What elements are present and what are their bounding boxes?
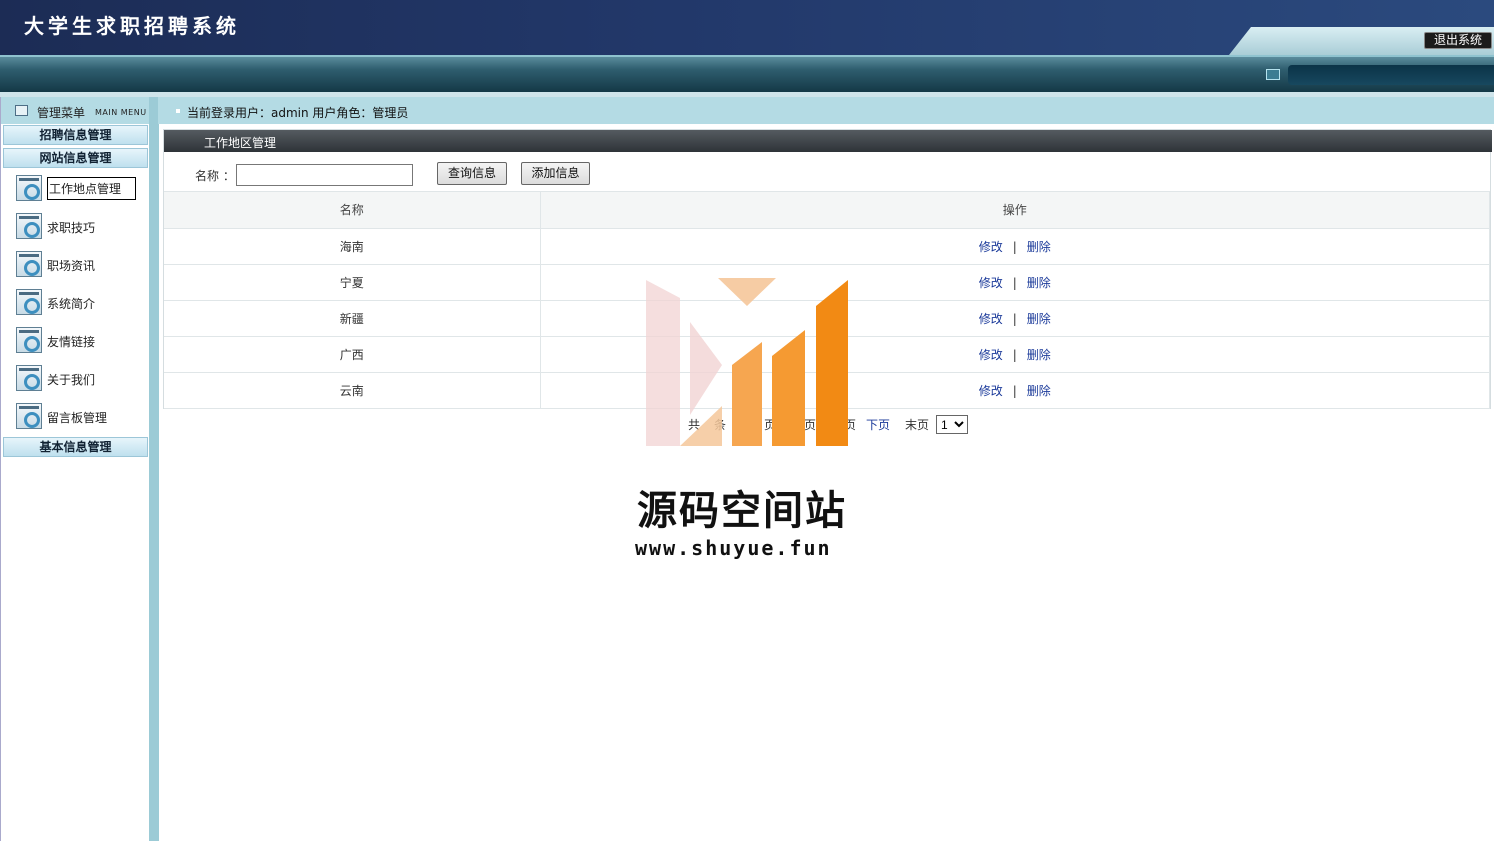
- top-banner: 大学生求职招聘系统 退出系统: [0, 0, 1494, 55]
- edit-link[interactable]: 修改: [979, 312, 1003, 326]
- column-header-name: 名称: [164, 192, 541, 229]
- separator: |: [1012, 347, 1017, 362]
- gear-icon: [16, 327, 42, 353]
- sidebar-item-label: 友情链接: [47, 335, 96, 349]
- pager-first-link[interactable]: 页: [764, 416, 776, 433]
- logout-button[interactable]: 退出系统: [1424, 32, 1492, 49]
- pager-total-suffix: 条: [714, 418, 727, 432]
- name-search-input[interactable]: [236, 164, 413, 186]
- category-basic[interactable]: 基本信息管理: [3, 437, 148, 457]
- nav-dark-panel: [1288, 65, 1494, 85]
- bullet-icon: [176, 109, 180, 113]
- sidebar-item-label: 系统简介: [47, 297, 96, 311]
- sidebar-item-career-news[interactable]: 职场资讯: [16, 251, 146, 279]
- sidebar-item-job-tips[interactable]: 求职技巧: [16, 213, 146, 241]
- category-recruitment[interactable]: 招聘信息管理: [3, 125, 148, 145]
- location-table: 名称 操作 海南 修改 | 删除 宁夏 修改 | 删除 新疆 修改 | 删除 广西 修改 | 删…: [164, 192, 1490, 409]
- gear-icon: [16, 251, 42, 277]
- cell-actions: 修改 | 删除: [540, 300, 1490, 337]
- cell-actions: 修改 | 删除: [540, 336, 1490, 373]
- pager-last-link[interactable]: 末页: [905, 416, 929, 433]
- delete-link[interactable]: 删除: [1027, 384, 1051, 398]
- sidebar-item-label: 关于我们: [47, 373, 96, 387]
- cell-name: 宁夏: [164, 264, 541, 301]
- pager-current-link[interactable]: 页: [844, 416, 856, 433]
- gear-icon: [16, 289, 42, 315]
- delete-link[interactable]: 删除: [1027, 348, 1051, 362]
- cell-name: 云南: [164, 372, 541, 409]
- delete-link[interactable]: 删除: [1027, 276, 1051, 290]
- content-panel: 工作地区管理 名称 ： 查询信息 添加信息 名称 操作 海南 修改 | 删除 宁夏 …: [163, 129, 1492, 409]
- separator: |: [1012, 383, 1017, 398]
- cell-name: 广西: [164, 336, 541, 373]
- sidebar-item-about[interactable]: 关于我们: [16, 365, 146, 393]
- menu-icon: [15, 105, 28, 116]
- gear-icon: [16, 403, 42, 429]
- sidebar-item-work-location[interactable]: 工作地点管理: [16, 175, 146, 203]
- pager-next-link[interactable]: 下页: [866, 416, 890, 433]
- add-button[interactable]: 添加信息: [521, 162, 590, 185]
- sidebar-item-links[interactable]: 友情链接: [16, 327, 146, 355]
- table-row: 海南 修改 | 删除: [164, 228, 1490, 265]
- pager-prev-link[interactable]: 页: [804, 416, 816, 433]
- menu-subtitle: MAIN MENU: [95, 108, 147, 117]
- category-website[interactable]: 网站信息管理: [3, 148, 148, 168]
- delete-link[interactable]: 删除: [1027, 240, 1051, 254]
- gear-icon: [16, 175, 42, 201]
- separator: |: [1012, 239, 1017, 254]
- table-row: 广西 修改 | 删除: [164, 336, 1490, 373]
- nav-bar: [0, 55, 1494, 92]
- gear-icon: [16, 213, 42, 239]
- sidebar-rail: [149, 97, 159, 841]
- menu-title: 管理菜单: [37, 106, 86, 120]
- table-header-row: 名称 操作: [164, 192, 1490, 229]
- user-info: 当前登录用户：admin 用户角色：管理员: [187, 106, 409, 120]
- table-row: 云南 修改 | 删除: [164, 372, 1490, 409]
- app-title: 大学生求职招聘系统: [24, 14, 240, 38]
- cell-name: 新疆: [164, 300, 541, 337]
- query-button[interactable]: 查询信息: [437, 162, 507, 185]
- monitor-icon: [1266, 69, 1280, 80]
- table-row: 宁夏 修改 | 删除: [164, 264, 1490, 301]
- gear-icon: [16, 365, 42, 391]
- sidebar-item-label: 留言板管理: [47, 411, 108, 425]
- sidebar: 管理菜单 MAIN MENU 招聘信息管理 网站信息管理 工作地点管理 求职技巧…: [0, 97, 159, 841]
- separator: |: [1012, 275, 1017, 290]
- edit-link[interactable]: 修改: [979, 240, 1003, 254]
- panel-title-bar: 工作地区管理: [164, 130, 1492, 152]
- column-header-actions: 操作: [540, 192, 1490, 229]
- watermark-url: www.shuyue.fun: [635, 536, 832, 560]
- edit-link[interactable]: 修改: [979, 384, 1003, 398]
- cell-name: 海南: [164, 228, 541, 265]
- edit-link[interactable]: 修改: [979, 348, 1003, 362]
- cell-actions: 修改 | 删除: [540, 372, 1490, 409]
- cell-actions: 修改 | 删除: [540, 264, 1490, 301]
- table-row: 新疆 修改 | 删除: [164, 300, 1490, 337]
- main-header: 当前登录用户：admin 用户角色：管理员: [158, 97, 1494, 124]
- panel-title: 工作地区管理: [204, 136, 277, 150]
- search-row: 名称 ： 查询信息 添加信息: [164, 152, 1490, 192]
- page-select[interactable]: 1: [936, 415, 968, 434]
- sidebar-item-label: 求职技巧: [47, 221, 96, 235]
- sidebar-item-system-intro[interactable]: 系统简介: [16, 289, 146, 317]
- pager-total-prefix: 共: [688, 418, 701, 432]
- edit-link[interactable]: 修改: [979, 276, 1003, 290]
- watermark-name: 源码空间站: [637, 488, 847, 534]
- sidebar-item-message-board[interactable]: 留言板管理: [16, 403, 146, 431]
- delete-link[interactable]: 删除: [1027, 312, 1051, 326]
- separator: |: [1012, 311, 1017, 326]
- cell-actions: 修改 | 删除: [540, 228, 1490, 265]
- menu-header: 管理菜单 MAIN MENU: [1, 97, 159, 124]
- sidebar-item-label: 工作地点管理: [47, 177, 137, 200]
- search-label: 名称 ：: [195, 169, 235, 183]
- sidebar-item-label: 职场资讯: [47, 259, 96, 273]
